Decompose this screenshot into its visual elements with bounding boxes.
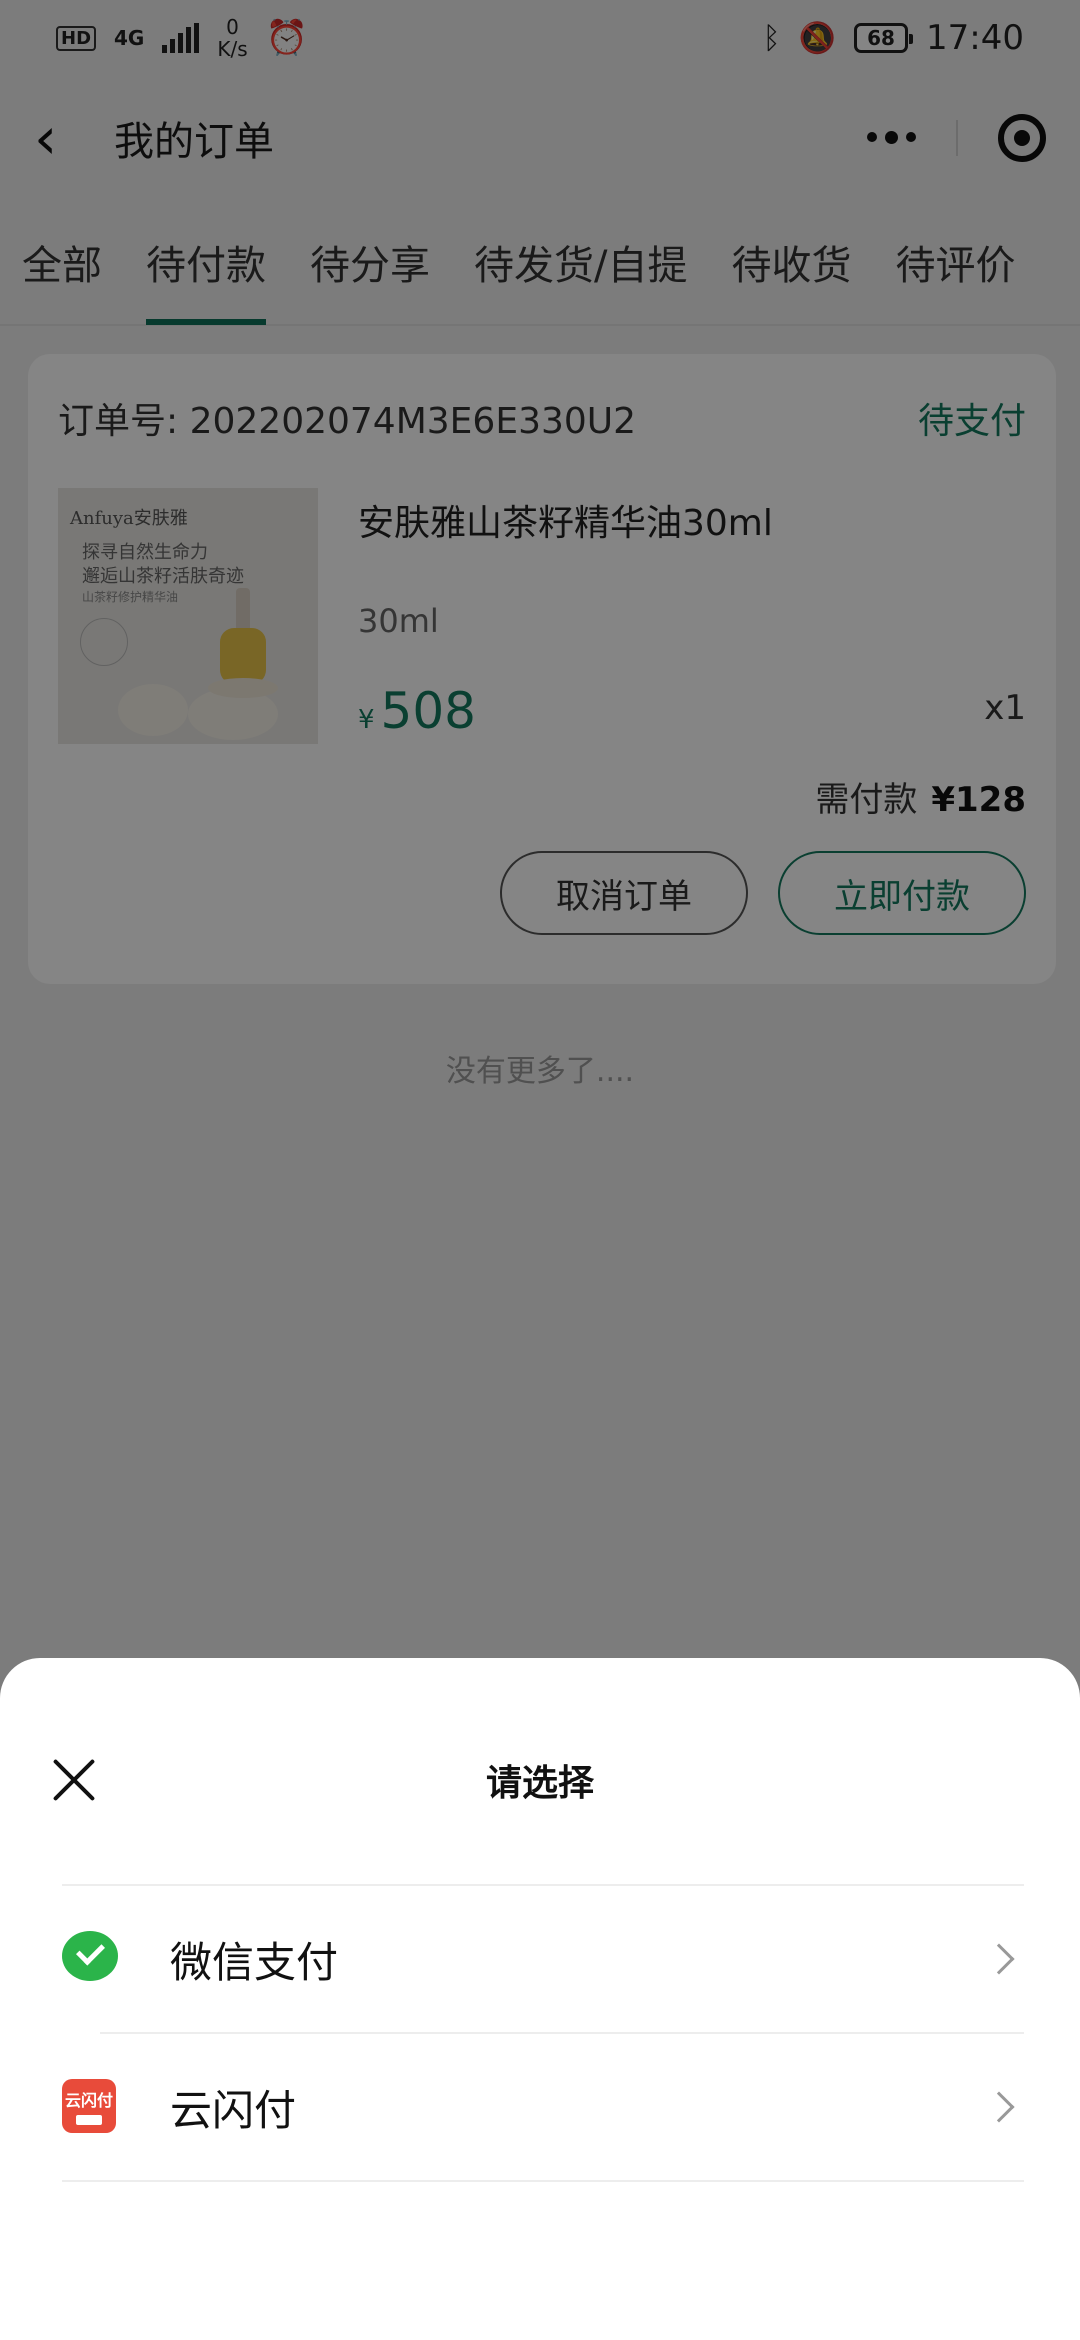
payment-option-unionpay[interactable]: 云闪付 云闪付 — [62, 2034, 1024, 2180]
payment-option-label: 微信支付 — [170, 1937, 339, 1987]
payment-option-wechat[interactable]: 微信支付 — [62, 1886, 1024, 2032]
chevron-right-icon — [983, 1943, 1015, 1975]
wechat-pay-icon — [62, 1931, 118, 1987]
sheet-title: 请选择 — [485, 1763, 594, 1804]
page: HD 4G 0 K/s ⏰ ᛒ 🔕 68 17:40 ‹ 我的订单 全部 待付款… — [0, 0, 1080, 2340]
payment-method-sheet: 请选择 微信支付 云闪付 云闪付 — [0, 1658, 1080, 2340]
payment-option-label: 云闪付 — [170, 2085, 297, 2135]
chevron-right-icon — [983, 2091, 1015, 2123]
unionpay-icon-text: 云闪付 — [64, 2091, 113, 2110]
divider — [62, 2180, 1024, 2182]
unionpay-quickpass-icon: 云闪付 — [62, 2079, 118, 2135]
